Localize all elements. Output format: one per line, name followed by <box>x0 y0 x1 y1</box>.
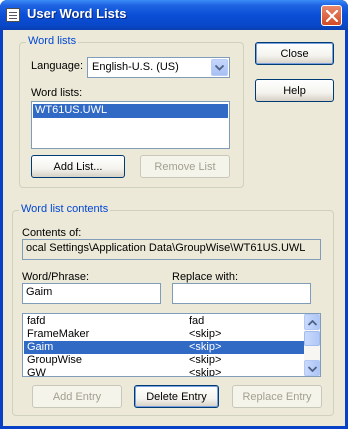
word-lists-label: Word lists: <box>31 87 83 99</box>
language-label: Language: <box>31 60 83 72</box>
entry-word: fafd <box>27 315 46 327</box>
contents-of-label: Contents of: <box>22 227 82 239</box>
close-label: Close <box>280 47 309 60</box>
entry-row[interactable]: GroupWise <skip> <box>24 354 305 367</box>
entry-replacement: <skip> <box>189 341 222 353</box>
word-lists-listbox[interactable]: WT61US.UWL <box>31 101 230 149</box>
delete-entry-button[interactable]: Delete Entry <box>134 385 219 408</box>
language-select[interactable]: English-U.S. (US) <box>87 57 230 78</box>
help-label: Help <box>283 84 306 97</box>
window-icon <box>6 8 20 22</box>
close-window-button[interactable] <box>321 5 342 26</box>
entries-listbox[interactable]: fafd fad FrameMaker <skip> Gaim <skip> G… <box>22 313 321 377</box>
entries-scrollbar[interactable] <box>304 314 320 376</box>
scroll-thumb[interactable] <box>304 331 320 346</box>
entry-replacement: <skip> <box>189 367 222 377</box>
entry-word: Gaim <box>27 341 54 353</box>
entry-row-selected[interactable]: Gaim <skip> <box>24 341 305 354</box>
scroll-up-button[interactable] <box>304 314 320 330</box>
word-list-item-label: WT61US.UWL <box>35 104 108 116</box>
entry-replacement: <skip> <box>189 328 222 340</box>
entry-word: FrameMaker <box>27 328 90 340</box>
word-lists-legend: Word lists <box>26 35 79 47</box>
scroll-down-icon <box>308 366 317 372</box>
title-bar[interactable]: User Word Lists <box>0 0 348 30</box>
replace-with-label: Replace with: <box>172 271 239 283</box>
entry-replacement: <skip> <box>189 354 222 366</box>
scroll-up-icon <box>308 320 317 326</box>
language-value: English-U.S. (US) <box>92 61 179 73</box>
word-lists-group: Word lists Language: English-U.S. (US) W… <box>19 35 244 188</box>
add-list-button[interactable]: Add List... <box>31 155 125 178</box>
add-entry-label: Add Entry <box>52 390 102 403</box>
scroll-down-button[interactable] <box>304 360 320 376</box>
replace-with-input[interactable] <box>172 283 311 304</box>
delete-entry-label: Delete Entry <box>146 390 207 403</box>
entry-replacement: fad <box>189 315 205 327</box>
remove-list-label: Remove List <box>154 160 216 173</box>
word-phrase-label: Word/Phrase: <box>22 271 90 283</box>
add-entry-button[interactable]: Add Entry <box>32 385 122 408</box>
entry-word: GroupWise <box>27 354 83 366</box>
close-icon <box>326 10 338 22</box>
remove-list-button[interactable]: Remove List <box>140 155 230 178</box>
entry-row[interactable]: FrameMaker <skip> <box>24 328 305 341</box>
replace-entry-label: Replace Entry <box>242 390 312 403</box>
entry-row[interactable]: fafd fad <box>24 315 305 328</box>
close-button[interactable]: Close <box>255 42 334 65</box>
contents-path-field: ocal Settings\Application Data\GroupWise… <box>22 239 321 260</box>
language-dropdown-button[interactable] <box>211 59 228 76</box>
word-list-contents-group: Word list contents Contents of: ocal Set… <box>12 203 334 416</box>
word-phrase-input[interactable]: Gaim <box>22 283 161 304</box>
dialog-window: User Word Lists Word lists Language: Eng… <box>0 0 348 429</box>
word-list-contents-legend: Word list contents <box>19 203 111 215</box>
help-button[interactable]: Help <box>255 79 334 102</box>
word-list-item[interactable]: WT61US.UWL <box>33 104 228 118</box>
dropdown-arrow-icon <box>215 65 224 71</box>
entry-word: GW <box>27 367 46 377</box>
entry-row[interactable]: GW <skip> <box>24 367 305 377</box>
dialog-body: Word lists Language: English-U.S. (US) W… <box>3 30 345 426</box>
add-list-label: Add List... <box>53 160 103 173</box>
window-title: User Word Lists <box>27 6 127 21</box>
replace-entry-button[interactable]: Replace Entry <box>232 385 322 408</box>
